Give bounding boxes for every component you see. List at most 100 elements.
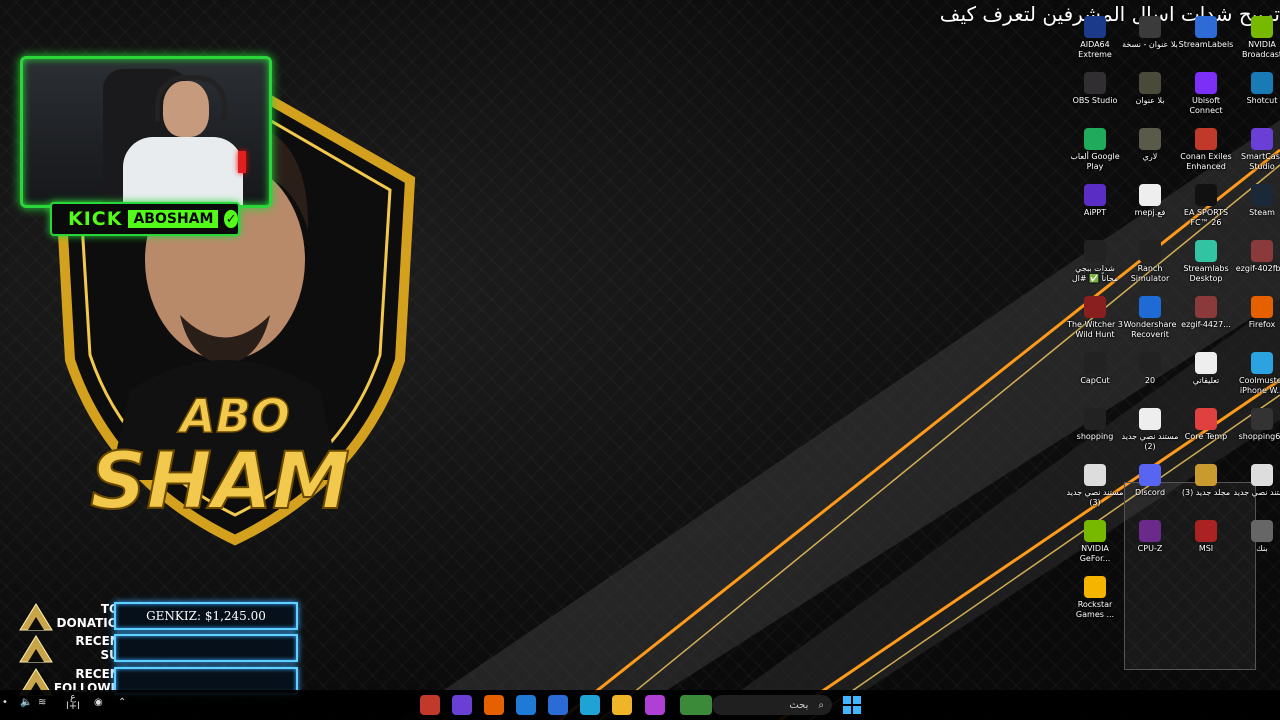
chevron-up-icon[interactable]: ⌃ (118, 697, 126, 708)
file-explorer-icon[interactable] (612, 695, 632, 715)
logo-line1: ABO (177, 389, 290, 443)
phone-icon (1251, 408, 1273, 430)
file-icon (1139, 408, 1161, 430)
desktop-icon-label: بلا عنوان (1135, 96, 1165, 105)
desktop-icon[interactable]: shopping60 (1233, 408, 1280, 442)
edge-icon[interactable] (580, 695, 600, 715)
desktop-icon[interactable]: لاري (1121, 128, 1179, 162)
desktop-icon-label: Firefox (1248, 320, 1276, 329)
desktop-icon[interactable]: تعليقاتي (1177, 352, 1235, 386)
desktop-icon[interactable]: Shotcut (1233, 72, 1280, 106)
desktop-icon[interactable]: مستند نصي جديد (2) (1121, 408, 1179, 452)
desktop-icon[interactable]: Firefox (1233, 296, 1280, 330)
witcher-icon (1084, 296, 1106, 318)
desktop-icon[interactable]: Conan Exiles Enhanced (1177, 128, 1235, 172)
desktop-icon-label: Steam (1249, 208, 1275, 217)
desktop-icon[interactable]: Rockstar Games ... (1066, 576, 1124, 620)
gamebar-icon[interactable] (680, 695, 712, 715)
desktop-icon[interactable]: NVIDIA Broadcast (1233, 16, 1280, 60)
desktop-icon-label: The Witcher 3 Wild Hunt (1067, 320, 1123, 339)
desktop-icon-label: مستند نصي جديد (1233, 488, 1280, 497)
desktop-icon[interactable]: OBS Studio (1066, 72, 1124, 106)
app-blue-icon[interactable] (516, 695, 536, 715)
desktop-icon[interactable]: Discord (1121, 464, 1179, 498)
desktop-icon[interactable]: MSI (1177, 520, 1235, 554)
desktop-icon[interactable]: Wondershare Recoverit (1121, 296, 1179, 340)
desktop-icon[interactable]: mepj.فع (1121, 184, 1179, 218)
windows-start-icon[interactable] (842, 695, 862, 715)
m365-icon[interactable] (645, 695, 665, 715)
desktop-icon[interactable]: 20 (1121, 352, 1179, 386)
language-indicator[interactable]: ع ا+ا (66, 693, 80, 712)
desktop-icon[interactable]: Ubisoft Connect (1177, 72, 1235, 116)
desktop-icon[interactable]: Coolmuster iPhone W... (1233, 352, 1280, 396)
kick-badge: KICK ABOSHAM ✓ (50, 202, 240, 236)
desktop-icon[interactable]: شدات ببجي مجاناً ✅ #ال (1066, 240, 1124, 284)
desktop-icon[interactable]: AiPPT (1066, 184, 1124, 218)
gun-icon (1139, 72, 1161, 94)
search-box[interactable]: بحث ⌕ (712, 695, 832, 715)
folder-icon (1195, 464, 1217, 486)
aippt-icon (1084, 184, 1106, 206)
file-icon (1084, 464, 1106, 486)
rockstar-icon (1084, 576, 1106, 598)
desktop-icon[interactable]: The Witcher 3 Wild Hunt (1066, 296, 1124, 340)
desktop-icon[interactable]: AIDA64 Extreme (1066, 16, 1124, 60)
desktop-icon-label: StreamLabels (1178, 40, 1234, 49)
desktop-icon-label: mepj.فع (1134, 208, 1166, 217)
cpuz-icon (1139, 520, 1161, 542)
store-icon[interactable] (548, 695, 568, 715)
desktop-icon-label: بلا عنوان - نسخة (1122, 40, 1178, 49)
desktop-icon-label: Coolmuster iPhone W... (1239, 376, 1280, 395)
desktop-icon-label: شدات ببجي مجاناً ✅ #ال (1071, 264, 1119, 283)
volume-icon[interactable]: 🔈 (20, 697, 32, 708)
triforce-icon (19, 635, 53, 663)
desktop-icon[interactable]: shopping (1066, 408, 1124, 442)
desktop-icon[interactable]: مستند نصي جديد (1233, 464, 1280, 498)
desktop-icon[interactable]: ezgif-402fb... (1233, 240, 1280, 274)
ubisoft-icon (1195, 72, 1217, 94)
game-app-icon[interactable] (420, 695, 440, 715)
desktop-icon-label: مجلد جديد (3) (1181, 488, 1231, 497)
desktop-icon[interactable]: NVIDIA GeFor... (1066, 520, 1124, 564)
overlay-panel (1124, 482, 1256, 670)
desktop-icon[interactable]: ezgif-4427... (1177, 296, 1235, 330)
desktop-icon[interactable]: Core Temp (1177, 408, 1235, 442)
desktop-icon-label: AiPPT (1083, 208, 1107, 217)
desktop-icon[interactable]: Streamlabs Desktop (1177, 240, 1235, 284)
desktop-icon-label: تعليقاتي (1192, 376, 1220, 385)
desktop-icon-label: مستند نصي جديد (2) (1121, 432, 1179, 451)
desktop-icon-label: CapCut (1080, 376, 1110, 385)
network-icon[interactable]: ◉ (94, 697, 103, 708)
streamer-shirt (123, 137, 243, 205)
desktop-icon-label: 20 (1144, 376, 1156, 385)
firefox-icon[interactable] (484, 695, 504, 715)
desktop-icon[interactable]: Ranch Simulator (1121, 240, 1179, 284)
app-purple-icon[interactable] (452, 695, 472, 715)
stat-top-donation: TOP DONATION GENKIZ: $1,245.00 (18, 602, 300, 632)
desktop-icon[interactable]: بلا عنوان - نسخة (1121, 16, 1179, 50)
desktop-icon[interactable]: مستند نصي جديد (3) (1066, 464, 1124, 508)
desktop-icon-label: Conan Exiles Enhanced (1180, 152, 1232, 171)
stat-value (114, 634, 298, 662)
coolmuster-icon (1251, 352, 1273, 374)
desktop-icon[interactable]: EA SPORTS FC™ 26 (1177, 184, 1235, 228)
desktop-icon-label: ألعاب Google Play (1070, 152, 1120, 171)
desktop-icon[interactable]: ألعاب Google Play (1066, 128, 1124, 172)
desktop-icon[interactable]: بلا عنوان (1121, 72, 1179, 106)
search-icon: ⌕ (818, 699, 824, 711)
wifi-icon[interactable]: ≋ (38, 697, 46, 708)
desktop-icon-label: Shotcut (1246, 96, 1278, 105)
recoverit-icon (1139, 296, 1161, 318)
phone-icon (1139, 352, 1161, 374)
desktop-icon[interactable]: Steam (1233, 184, 1280, 218)
desktop-icon[interactable]: CapCut (1066, 352, 1124, 386)
desktop-icon-label: shopping60 (1238, 432, 1280, 441)
desktop-icon[interactable]: مجلد جديد (3) (1177, 464, 1235, 498)
desktop-icon[interactable]: StreamLabels (1177, 16, 1235, 50)
desktop-icon[interactable]: CPU-Z (1121, 520, 1179, 554)
desktop-icon-label: Core Temp (1184, 432, 1228, 441)
desktop-icon[interactable]: SmartCast Studio (1233, 128, 1280, 172)
desktop-icon[interactable]: بنك (1233, 520, 1280, 554)
desktop-icon-label: بنك (1256, 544, 1268, 553)
